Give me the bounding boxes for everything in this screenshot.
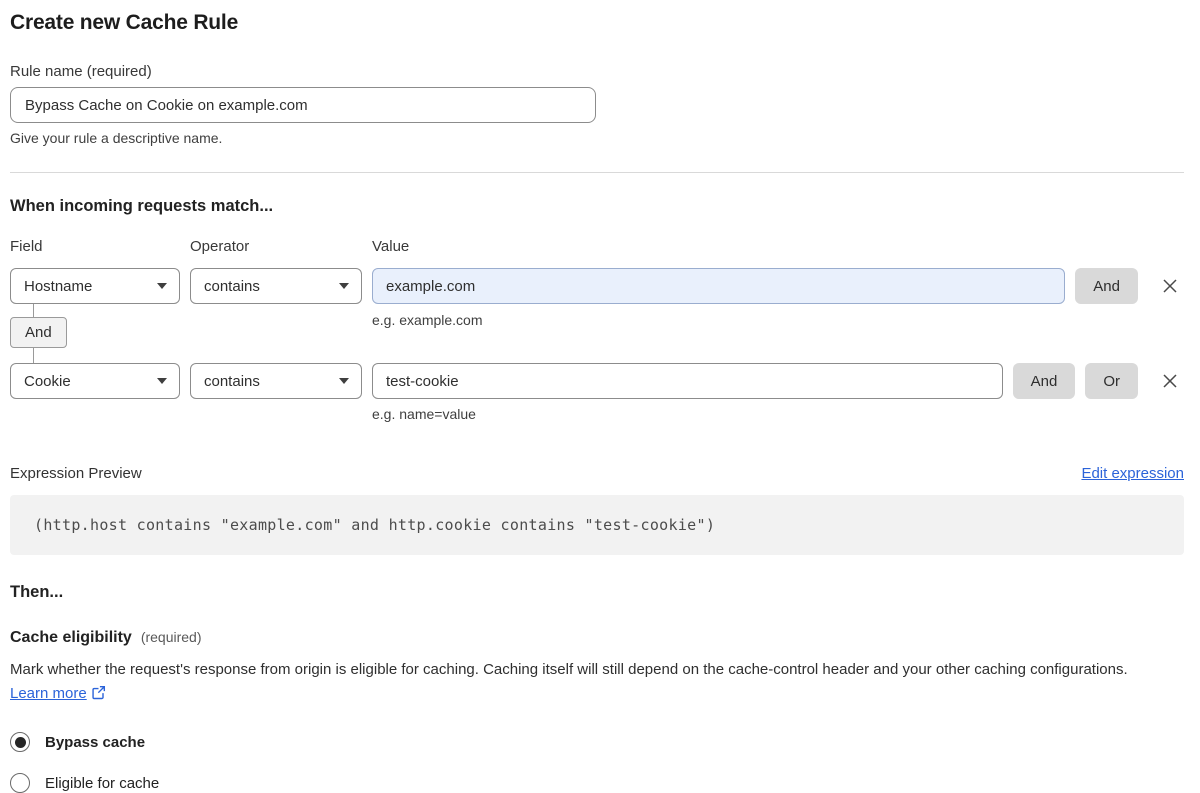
condition-column-headers: Field Operator Value [10,238,1184,255]
field-select[interactable]: Cookie [10,363,180,399]
chevron-down-icon [157,378,167,384]
condition-row: Hostname contains And [10,268,1184,304]
match-section-heading: When incoming requests match... [10,197,274,215]
rule-name-helper: Give your rule a descriptive name. [10,130,223,146]
section-divider [10,172,1184,173]
option-eligible-for-cache[interactable]: Eligible for cache [10,773,1184,793]
edit-expression-link[interactable]: Edit expression [1081,465,1184,482]
cache-eligibility-description: Mark whether the request's response from… [10,658,1170,708]
operator-select[interactable]: contains [190,268,362,304]
add-or-condition-button[interactable]: Or [1085,363,1138,399]
create-cache-rule-page: Create new Cache Rule Rule name (require… [10,0,1184,793]
operator-select-value: contains [204,372,260,390]
option-bypass-cache[interactable]: Bypass cache [10,732,1184,752]
learn-more-link[interactable]: Learn more [10,685,87,702]
rule-name-input[interactable] [10,87,596,123]
value-column-label: Value [372,238,410,255]
close-icon [1163,279,1177,293]
remove-condition-button[interactable] [1156,363,1184,399]
value-hint: e.g. example.com [372,312,483,328]
required-tag: (required) [140,629,202,645]
close-icon [1163,374,1177,388]
rule-name-label: Rule name (required) [10,63,152,80]
chevron-down-icon [339,378,349,384]
field-column-label: Field [10,238,43,255]
add-and-condition-button[interactable]: And [1012,363,1076,399]
operator-column-label: Operator [190,238,250,255]
value-input[interactable] [372,363,1003,399]
description-text: Mark whether the request's response from… [10,661,1128,678]
operator-select-value: contains [204,277,260,295]
value-hint: e.g. name=value [372,406,476,422]
condition-row: Cookie contains And Or [10,363,1184,399]
remove-condition-button[interactable] [1156,268,1184,304]
then-section-heading: Then... [10,583,64,601]
external-link-icon [91,684,106,708]
option-label: Eligible for cache [45,774,160,792]
radio-unselected-icon [10,773,30,793]
condition-connector-area: And e.g. example.com [10,304,1184,363]
connector-and-toggle[interactable]: And [10,317,67,348]
field-select-value: Cookie [24,372,71,390]
expression-preview-code: (http.host contains "example.com" and ht… [10,495,1184,555]
radio-selected-icon [10,732,30,752]
field-select-value: Hostname [24,277,93,295]
value-input[interactable] [372,268,1066,304]
chevron-down-icon [157,283,167,289]
option-label: Bypass cache [45,733,146,751]
expression-preview-label: Expression Preview [10,465,142,482]
chevron-down-icon [339,283,349,289]
field-select[interactable]: Hostname [10,268,180,304]
page-title: Create new Cache Rule [10,11,239,34]
cache-eligibility-heading-row: Cache eligibility (required) [10,629,1184,647]
add-and-condition-button[interactable]: And [1075,268,1138,304]
operator-select[interactable]: contains [190,363,362,399]
expression-preview-header: Expression Preview Edit expression [10,465,1184,482]
cache-eligibility-heading: Cache eligibility [10,629,132,646]
